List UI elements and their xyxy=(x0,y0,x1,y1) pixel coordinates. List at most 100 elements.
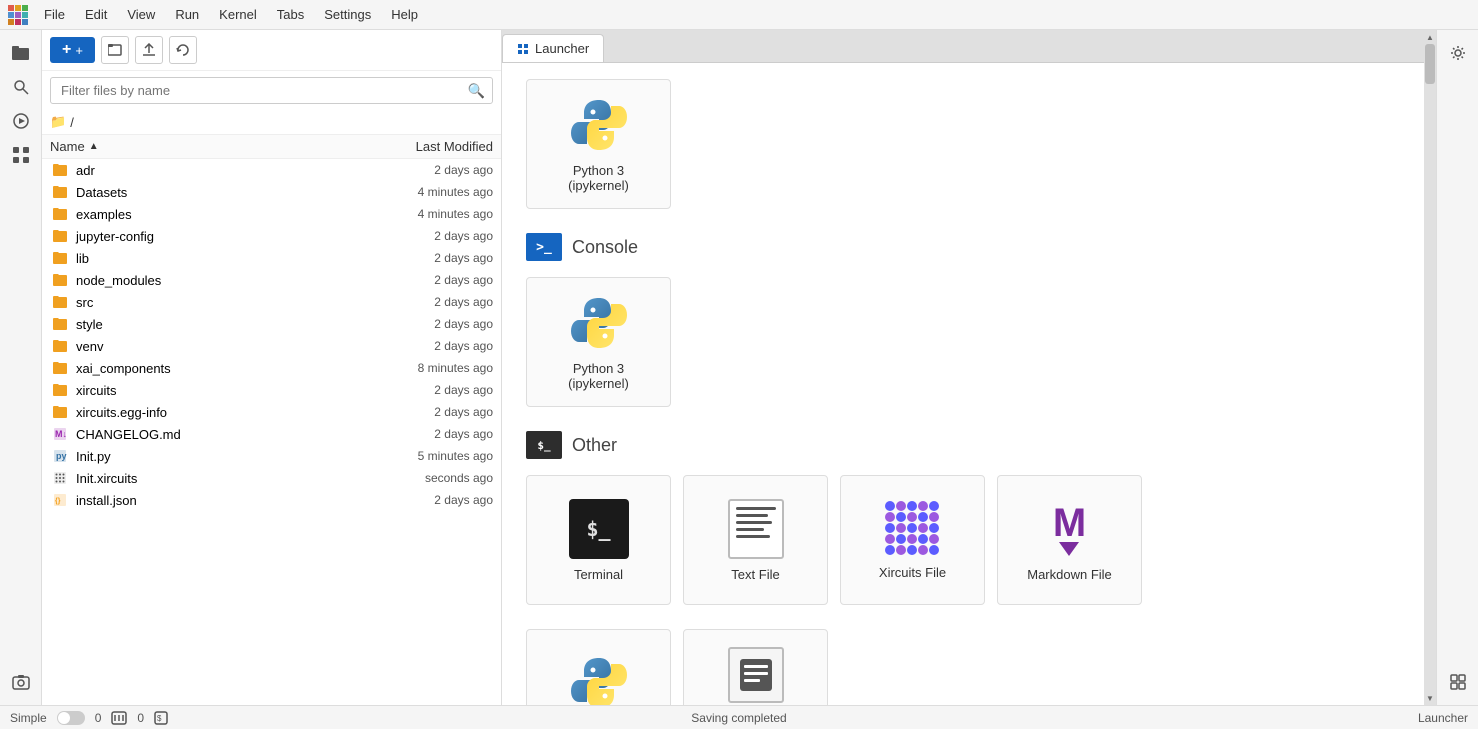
menu-file[interactable]: File xyxy=(36,5,73,24)
scroll-up-arrow[interactable]: ▲ xyxy=(1424,30,1436,44)
xircuits-dot xyxy=(896,534,906,544)
python3-console-card-2[interactable]: Python 3(ipykernel) xyxy=(526,277,671,407)
menu-kernel[interactable]: Kernel xyxy=(211,5,265,24)
right-extensions-icon[interactable] xyxy=(1443,667,1473,697)
plus-icon: + xyxy=(62,41,71,59)
refresh-button[interactable] xyxy=(169,36,197,64)
col-modified-header[interactable]: Last Modified xyxy=(363,139,493,154)
list-item[interactable]: venv 2 days ago xyxy=(42,335,501,357)
file-name: CHANGELOG.md xyxy=(76,427,363,442)
list-item[interactable]: jupyter-config 2 days ago xyxy=(42,225,501,247)
xircuits-dot xyxy=(918,512,928,522)
contextual-card[interactable]: Show ContextualHelp xyxy=(683,629,828,705)
file-modified: 8 minutes ago xyxy=(363,361,493,375)
menu-bar: File Edit View Run Kernel Tabs Settings … xyxy=(0,0,1478,30)
scroll-thumb[interactable] xyxy=(1425,44,1435,84)
xircuits-dot xyxy=(885,512,895,522)
menu-edit[interactable]: Edit xyxy=(77,5,115,24)
file-toolbar: + + xyxy=(42,30,501,71)
xircuits-dot xyxy=(885,545,895,555)
file-name: install.json xyxy=(76,493,363,508)
xircuits-dot xyxy=(929,501,939,511)
upload-button[interactable] xyxy=(135,36,163,64)
search-input[interactable] xyxy=(50,77,493,104)
tab-launcher[interactable]: Launcher xyxy=(502,34,604,62)
xircuits-dot xyxy=(907,512,917,522)
console-section-icon: >_ xyxy=(526,233,562,261)
list-item[interactable]: lib 2 days ago xyxy=(42,247,501,269)
menu-view[interactable]: View xyxy=(119,5,163,24)
file-list: adr 2 days ago Datasets 4 minutes ago ex… xyxy=(42,159,501,705)
new-folder-button[interactable] xyxy=(101,36,129,64)
list-item[interactable]: xircuits.egg-info 2 days ago xyxy=(42,401,501,423)
new-button[interactable]: + + xyxy=(50,37,95,63)
markdown-card[interactable]: M Markdown File xyxy=(997,475,1142,605)
file-name: lib xyxy=(76,251,363,266)
list-item[interactable]: src 2 days ago xyxy=(42,291,501,313)
file-name: style xyxy=(76,317,363,332)
file-modified: seconds ago xyxy=(363,471,493,485)
kernel-count-1: 0 xyxy=(137,711,144,725)
scroll-down-arrow[interactable]: ▼ xyxy=(1424,691,1436,705)
list-item[interactable]: {} install.json 2 days ago xyxy=(42,489,501,511)
main-area: + + 🔍 📁 / xyxy=(0,30,1478,705)
console-cards: Python 3(ipykernel) xyxy=(526,277,1400,407)
sidebar-extensions-btn[interactable] xyxy=(6,140,36,170)
breadcrumb: 📁 / xyxy=(42,110,501,134)
textfile-card[interactable]: Text File xyxy=(683,475,828,605)
list-item[interactable]: xai_components 8 minutes ago xyxy=(42,357,501,379)
file-modified: 2 days ago xyxy=(363,405,493,419)
list-item[interactable]: M↓ CHANGELOG.md 2 days ago xyxy=(42,423,501,445)
other-cards-row2: Python File Show ContextualHelp xyxy=(526,629,1400,705)
menu-tabs[interactable]: Tabs xyxy=(269,5,312,24)
list-item[interactable]: node_modules 2 days ago xyxy=(42,269,501,291)
file-modified: 2 days ago xyxy=(363,383,493,397)
list-item[interactable]: style 2 days ago xyxy=(42,313,501,335)
launcher-body: Python 3(ipykernel) >_ Console xyxy=(502,63,1424,705)
list-item[interactable]: Datasets 4 minutes ago xyxy=(42,181,501,203)
terminal-card[interactable]: $_ Terminal xyxy=(526,475,671,605)
xircuits-dot xyxy=(907,545,917,555)
list-item[interactable]: py Init.py 5 minutes ago xyxy=(42,445,501,467)
xircuits-card[interactable]: Xircuits File xyxy=(840,475,985,605)
pyfile-card[interactable]: Python File xyxy=(526,629,671,705)
xircuits-dot xyxy=(918,501,928,511)
list-item[interactable]: examples 4 minutes ago xyxy=(42,203,501,225)
menu-help[interactable]: Help xyxy=(383,5,426,24)
file-name: jupyter-config xyxy=(76,229,363,244)
search-bar: 🔍 xyxy=(42,71,501,110)
file-type-icon xyxy=(50,162,70,178)
sidebar-camera-btn[interactable] xyxy=(6,667,36,697)
contextual-icon xyxy=(728,647,784,703)
scroll-track[interactable] xyxy=(1424,44,1436,691)
xircuits-dot xyxy=(929,545,939,555)
xircuits-dot xyxy=(918,534,928,544)
python3-console-card[interactable]: Python 3(ipykernel) xyxy=(526,79,671,209)
menu-settings[interactable]: Settings xyxy=(316,5,379,24)
xircuits-dot xyxy=(896,523,906,533)
other-section-icon: $_ xyxy=(526,431,562,459)
mode-toggle[interactable] xyxy=(57,711,85,725)
xircuits-dot xyxy=(896,501,906,511)
sort-icon: ▲ xyxy=(89,141,99,152)
python-icon xyxy=(569,95,629,155)
file-name: xircuits xyxy=(76,383,363,398)
python-file-icon xyxy=(569,653,629,706)
menu-run[interactable]: Run xyxy=(167,5,207,24)
sidebar-folder-btn[interactable] xyxy=(6,38,36,68)
kernel-icon xyxy=(111,711,127,725)
xircuits-dot xyxy=(929,512,939,522)
col-name-header[interactable]: Name ▲ xyxy=(50,139,363,154)
list-item[interactable]: adr 2 days ago xyxy=(42,159,501,181)
python3-console-label: Python 3(ipykernel) xyxy=(568,163,629,193)
right-settings-icon[interactable] xyxy=(1443,38,1473,68)
other-cards: $_ Terminal Text File xyxy=(526,475,1400,605)
file-name: src xyxy=(76,295,363,310)
tab-launcher-label: Launcher xyxy=(535,41,589,56)
list-item[interactable]: xircuits 2 days ago xyxy=(42,379,501,401)
sidebar-search-btn[interactable] xyxy=(6,72,36,102)
list-item[interactable]: Init.xircuits seconds ago xyxy=(42,467,501,489)
sidebar-run-btn[interactable] xyxy=(6,106,36,136)
file-type-icon xyxy=(50,272,70,288)
tab-launcher-icon xyxy=(517,43,529,55)
